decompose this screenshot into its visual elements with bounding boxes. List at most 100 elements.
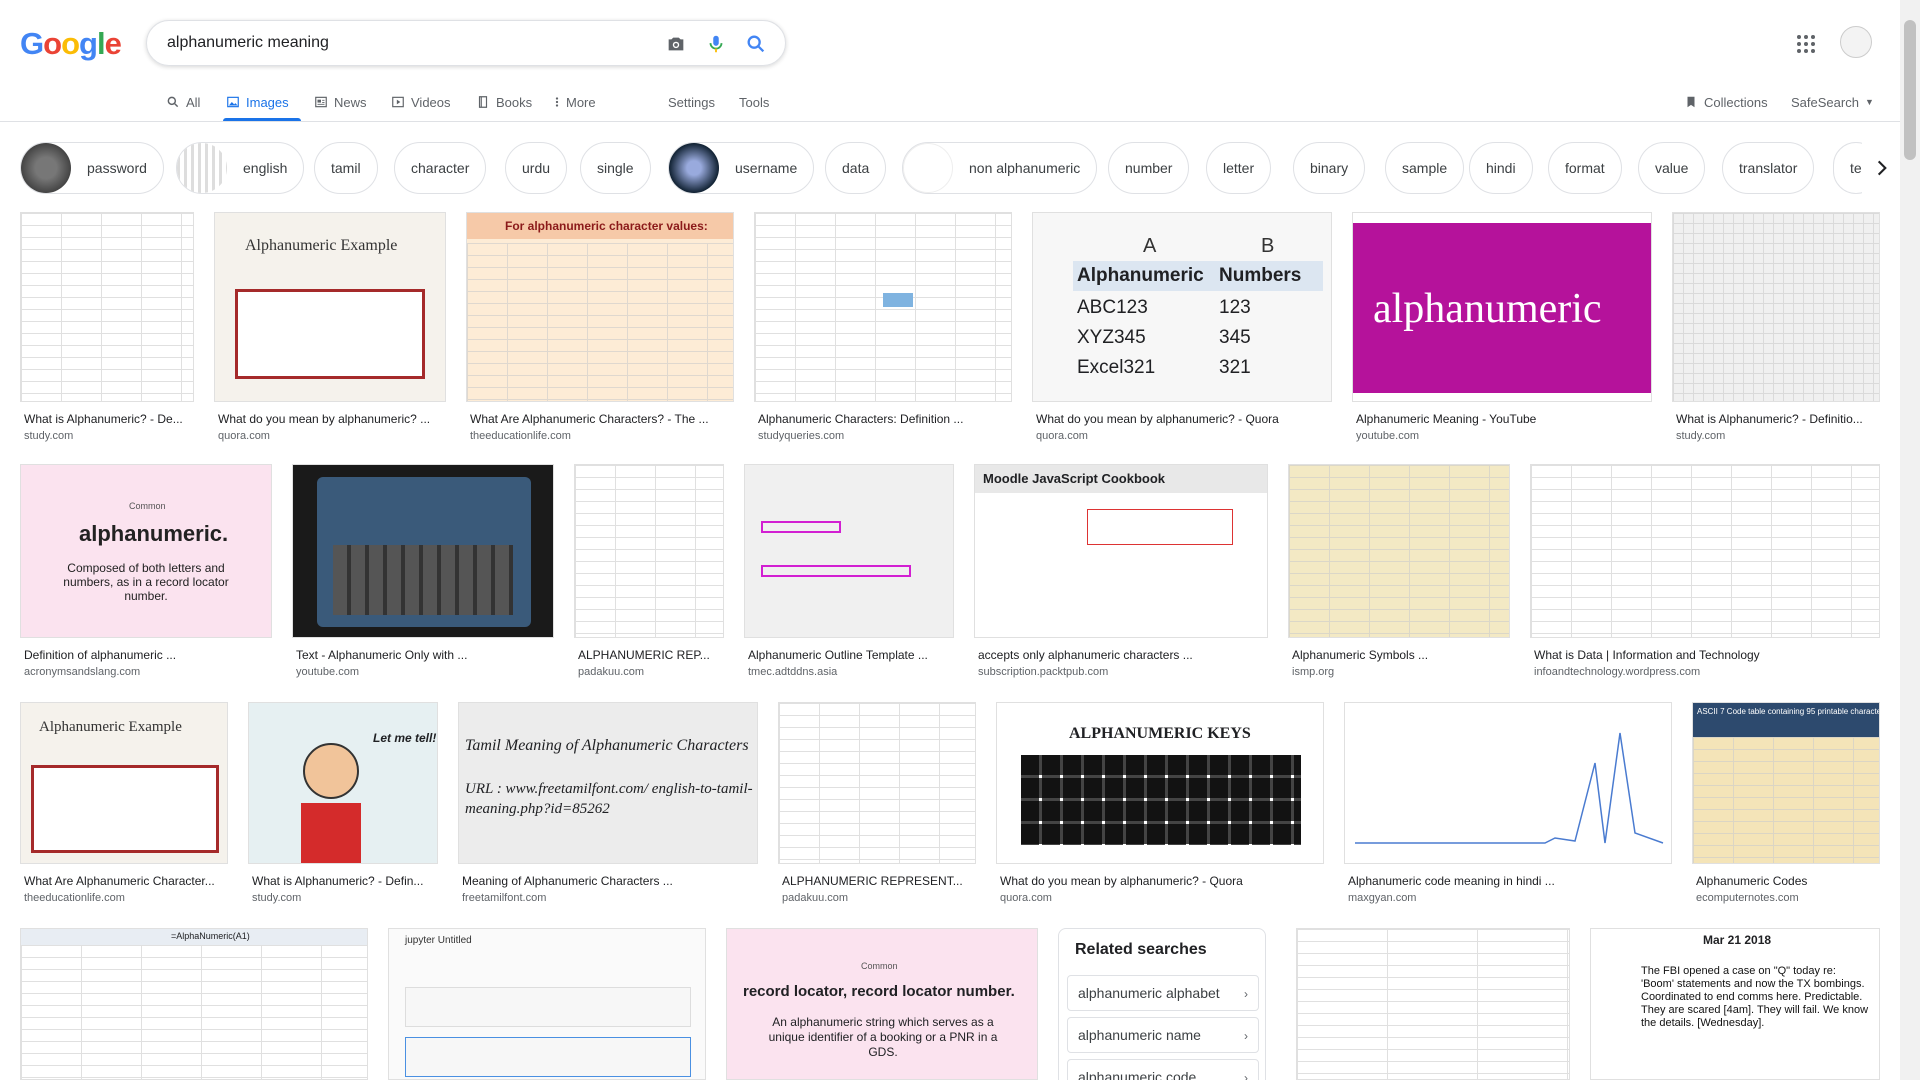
result-caption[interactable]: What do you mean by alphanumeric? - Quor… — [1000, 874, 1324, 888]
image-result[interactable]: Alphanumeric code meaning in hindi ... m… — [1344, 702, 1672, 912]
apps-grid-icon[interactable] — [1794, 32, 1818, 56]
related-search-item[interactable]: alphanumeric name › — [1067, 1017, 1259, 1053]
result-caption[interactable]: What is Alphanumeric? - De... — [24, 412, 194, 426]
result-caption[interactable]: What is Data | Information and Technolog… — [1534, 648, 1880, 662]
image-result[interactable]: Text - Alphanumeric Only with ... youtub… — [292, 464, 554, 684]
tab-videos[interactable]: Videos — [391, 90, 451, 114]
result-thumbnail[interactable]: Moodle JavaScript Cookbook — [974, 464, 1268, 638]
result-thumbnail[interactable] — [1530, 464, 1880, 638]
image-result[interactable]: Alphanumeric Symbols ... ismp.org — [1288, 464, 1510, 684]
result-thumbnail[interactable] — [1296, 928, 1570, 1080]
result-caption[interactable]: Alphanumeric code meaning in hindi ... — [1348, 874, 1672, 888]
image-result[interactable] — [1296, 928, 1570, 1080]
result-caption[interactable]: Alphanumeric Meaning - YouTube — [1356, 412, 1652, 426]
result-caption[interactable]: Text - Alphanumeric Only with ... — [296, 648, 554, 662]
google-logo[interactable]: Google — [20, 26, 122, 62]
image-result[interactable]: alphanumeric Alphanumeric Meaning - YouT… — [1352, 212, 1652, 442]
result-caption[interactable]: Alphanumeric Characters: Definition ... — [758, 412, 1012, 426]
result-thumbnail[interactable]: Let me tell! — [248, 702, 438, 864]
result-caption[interactable]: Meaning of Alphanumeric Characters ... — [462, 874, 758, 888]
image-result[interactable]: ALPHANUMERIC KEYS What do you mean by al… — [996, 702, 1324, 912]
image-result[interactable]: Alphanumeric Example What do you mean by… — [214, 212, 446, 442]
result-thumbnail[interactable]: alphanumeric — [1352, 212, 1652, 402]
result-thumbnail[interactable] — [292, 464, 554, 638]
chip-english[interactable]: english — [176, 142, 305, 194]
result-thumbnail[interactable]: Alphanumeric Example — [214, 212, 446, 402]
image-result[interactable]: ALPHANUMERIC REP... padakuu.com — [574, 464, 724, 684]
chip-format[interactable]: format — [1548, 142, 1622, 194]
image-result[interactable]: Common record locator, record locator nu… — [726, 928, 1038, 1080]
result-caption[interactable]: What do you mean by alphanumeric? - Quor… — [1036, 412, 1332, 426]
chip-character[interactable]: character — [394, 142, 487, 194]
result-thumbnail[interactable] — [1288, 464, 1510, 638]
tab-more[interactable]: More — [554, 90, 596, 114]
image-result[interactable]: Tamil Meaning of Alphanumeric Characters… — [458, 702, 758, 912]
image-result[interactable]: ASCII 7 Code table containing 95 printab… — [1692, 702, 1880, 912]
result-thumbnail[interactable]: ASCII 7 Code table containing 95 printab… — [1692, 702, 1880, 864]
image-result[interactable]: ALPHANUMERIC REPRESENT... padakuu.com — [778, 702, 976, 912]
result-thumbnail[interactable] — [574, 464, 724, 638]
image-result[interactable]: Moodle JavaScript Cookbook accepts only … — [974, 464, 1268, 684]
result-thumbnail[interactable] — [754, 212, 1012, 402]
page-scrollbar[interactable] — [1900, 0, 1920, 1080]
image-result[interactable]: A B Alphanumeric Numbers ABC123 123 XYZ3… — [1032, 212, 1332, 442]
result-caption[interactable]: What do you mean by alphanumeric? ... — [218, 412, 446, 426]
chip-password[interactable]: password — [20, 142, 164, 194]
chip-username[interactable]: username — [668, 142, 815, 194]
result-caption[interactable]: ALPHANUMERIC REPRESENT... — [782, 874, 976, 888]
result-caption[interactable]: What is Alphanumeric? - Defin... — [252, 874, 438, 888]
tab-news[interactable]: News — [314, 90, 367, 114]
result-caption[interactable]: What Are Alphanumeric Characters? - The … — [470, 412, 734, 426]
search-icon[interactable] — [745, 33, 767, 55]
result-thumbnail[interactable]: Common record locator, record locator nu… — [726, 928, 1038, 1080]
image-result[interactable]: For alphanumeric character values: What … — [466, 212, 734, 442]
image-result[interactable]: What is Alphanumeric? - Definitio... stu… — [1672, 212, 1880, 442]
result-thumbnail[interactable]: A B Alphanumeric Numbers ABC123 123 XYZ3… — [1032, 212, 1332, 402]
result-thumbnail[interactable]: Common alphanumeric. Composed of both le… — [20, 464, 272, 638]
chip-tamil[interactable]: tamil — [314, 142, 378, 194]
account-avatar[interactable] — [1840, 26, 1872, 58]
image-result[interactable]: Common alphanumeric. Composed of both le… — [20, 464, 272, 684]
chip-number[interactable]: number — [1108, 142, 1190, 194]
tab-images[interactable]: Images — [226, 90, 289, 114]
related-search-item[interactable]: alphanumeric alphabet › — [1067, 975, 1259, 1011]
related-search-item[interactable]: alphanumeric code › — [1067, 1059, 1259, 1080]
chip-value[interactable]: value — [1638, 142, 1706, 194]
result-thumbnail[interactable]: Mar 21 2018 The FBI opened a case on "Q"… — [1590, 928, 1880, 1080]
chip-single[interactable]: single — [580, 142, 651, 194]
tab-books[interactable]: Books — [476, 90, 532, 114]
chip-data[interactable]: data — [825, 142, 887, 194]
result-caption[interactable]: Alphanumeric Codes — [1696, 874, 1880, 888]
result-thumbnail[interactable] — [1672, 212, 1880, 402]
result-caption[interactable]: Definition of alphanumeric ... — [24, 648, 272, 662]
tab-tools[interactable]: Tools — [739, 90, 769, 114]
result-thumbnail[interactable]: =AlphaNumeric(A1) — [20, 928, 368, 1080]
image-result[interactable]: Let me tell! What is Alphanumeric? - Def… — [248, 702, 438, 912]
scrollbar-thumb[interactable] — [1904, 20, 1916, 160]
result-caption[interactable]: Alphanumeric Symbols ... — [1292, 648, 1510, 662]
result-thumbnail[interactable]: ALPHANUMERIC KEYS — [996, 702, 1324, 864]
chip-urdu[interactable]: urdu — [505, 142, 568, 194]
image-result[interactable]: jupyter Untitled — [388, 928, 706, 1080]
search-box[interactable]: alphanumeric meaning — [146, 20, 786, 66]
result-thumbnail[interactable] — [744, 464, 954, 638]
collections-button[interactable]: Collections — [1684, 90, 1768, 114]
result-caption[interactable]: accepts only alphanumeric characters ... — [978, 648, 1268, 662]
result-thumbnail[interactable] — [20, 212, 194, 402]
image-result[interactable]: What is Data | Information and Technolog… — [1530, 464, 1880, 684]
chip-translator[interactable]: translator — [1722, 142, 1815, 194]
microphone-icon[interactable] — [705, 33, 727, 55]
result-caption[interactable]: Alphanumeric Outline Template ... — [748, 648, 954, 662]
image-result[interactable]: Alphanumeric Example What Are Alphanumer… — [20, 702, 228, 912]
result-caption[interactable]: ALPHANUMERIC REP... — [578, 648, 724, 662]
camera-icon[interactable] — [665, 33, 687, 55]
image-result[interactable]: Alphanumeric Outline Template ... tmec.a… — [744, 464, 954, 684]
result-thumbnail[interactable]: Tamil Meaning of Alphanumeric Characters… — [458, 702, 758, 864]
safesearch-button[interactable]: SafeSearch ▼ — [1791, 90, 1874, 114]
result-thumbnail[interactable] — [778, 702, 976, 864]
result-caption[interactable]: What is Alphanumeric? - Definitio... — [1676, 412, 1880, 426]
image-result[interactable]: Alphanumeric Characters: Definition ... … — [754, 212, 1012, 442]
result-thumbnail[interactable] — [1344, 702, 1672, 864]
chip-letter[interactable]: letter — [1206, 142, 1272, 194]
result-caption[interactable]: What Are Alphanumeric Character... — [24, 874, 228, 888]
